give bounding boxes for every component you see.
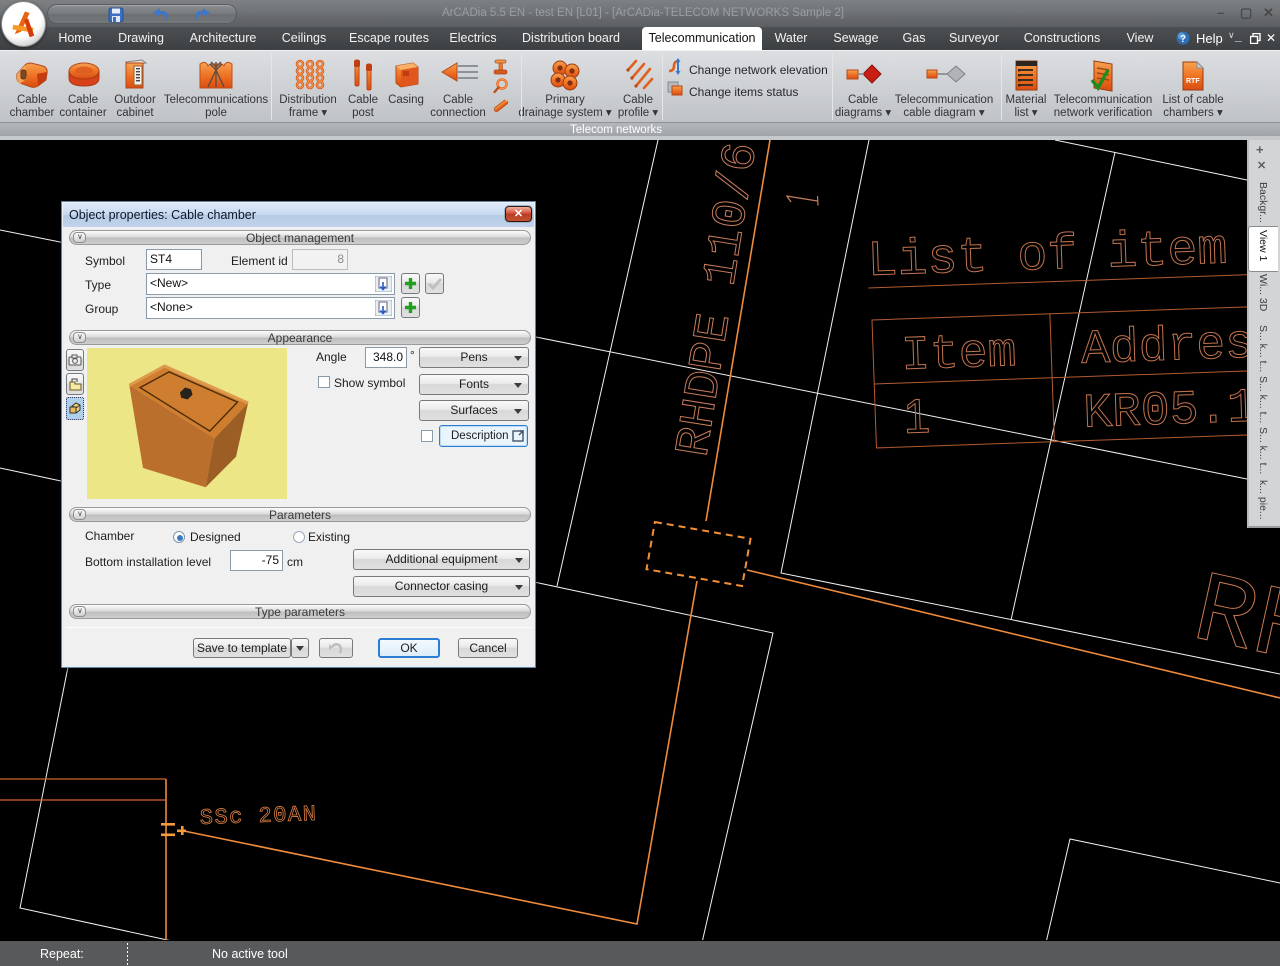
svg-text:SSc 20AN: SSc 20AN <box>199 802 317 831</box>
svg-text:Item: Item <box>900 326 1017 384</box>
svg-text:RTF: RTF <box>1186 78 1200 85</box>
svg-text:List of item c: List of item c <box>867 219 1280 291</box>
svg-text:RHDPE 110/6: RHDPE 110/6 <box>667 140 770 460</box>
svg-text:1: 1 <box>902 390 931 444</box>
svg-text:?: ? <box>1180 34 1186 45</box>
svg-text:RH: RH <box>1183 555 1280 693</box>
